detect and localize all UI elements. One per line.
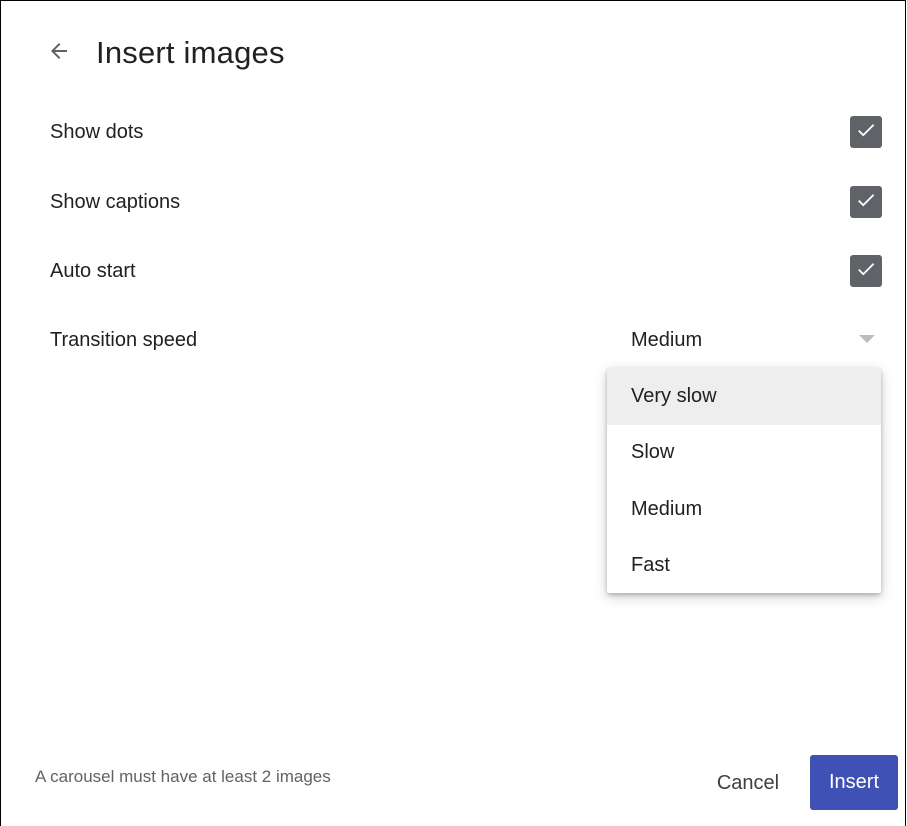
insert-images-dialog: Insert images Show dots Show captions Au… — [0, 0, 906, 826]
transition-speed-select[interactable]: Medium — [631, 323, 883, 357]
check-icon — [855, 189, 877, 216]
option-slow[interactable]: Slow — [607, 425, 881, 482]
transition-speed-value: Medium — [631, 328, 703, 351]
check-icon — [855, 258, 877, 285]
back-button[interactable] — [39, 33, 79, 73]
page-title: Insert images — [96, 35, 285, 70]
check-icon — [855, 119, 877, 146]
auto-start-checkbox[interactable] — [850, 255, 882, 287]
triangle-down-icon — [858, 331, 876, 349]
option-medium[interactable]: Medium — [607, 481, 881, 538]
carousel-requirement-note: A carousel must have at least 2 images — [35, 767, 331, 786]
option-fast[interactable]: Fast — [607, 538, 881, 595]
insert-button[interactable]: Insert — [810, 755, 898, 810]
show-captions-row: Show captions — [50, 185, 882, 219]
option-very-slow[interactable]: Very slow — [607, 368, 881, 425]
show-dots-checkbox[interactable] — [850, 116, 882, 148]
auto-start-row: Auto start — [50, 254, 882, 288]
transition-speed-dropdown: Very slow Slow Medium Fast — [607, 368, 881, 593]
transition-speed-label: Transition speed — [50, 328, 198, 351]
arrow-left-icon — [47, 39, 71, 68]
show-captions-checkbox[interactable] — [850, 186, 882, 218]
transition-speed-row: Transition speed — [50, 323, 230, 357]
dialog-header: Insert images — [50, 29, 285, 77]
show-dots-label: Show dots — [50, 120, 144, 143]
cancel-button[interactable]: Cancel — [697, 757, 799, 809]
auto-start-label: Auto start — [50, 259, 136, 282]
show-dots-row: Show dots — [50, 115, 882, 149]
show-captions-label: Show captions — [50, 190, 181, 213]
